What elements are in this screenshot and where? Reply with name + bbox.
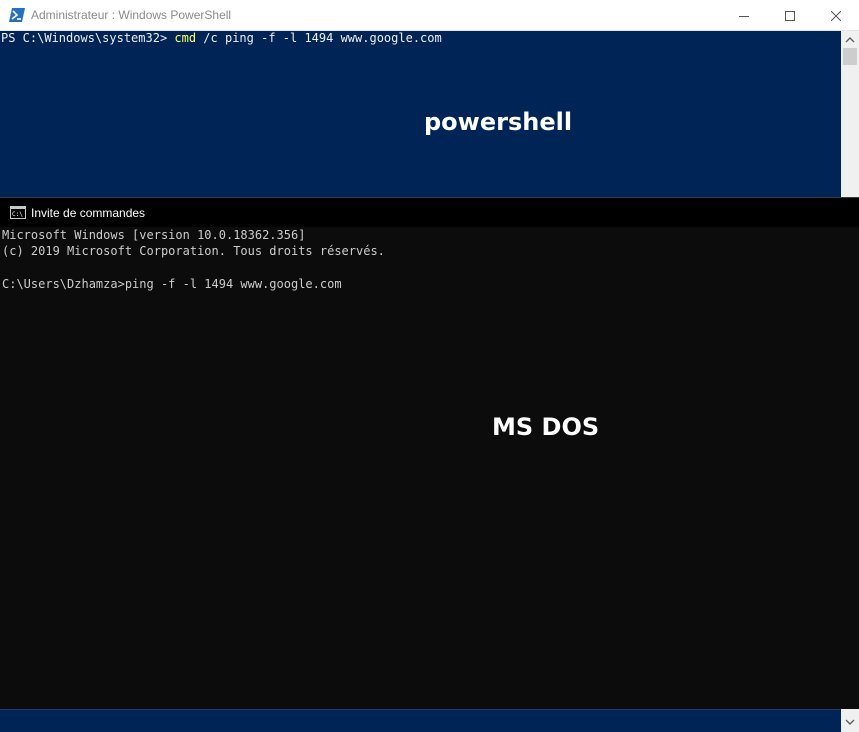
scrollbar-thumb[interactable]	[843, 48, 857, 65]
chevron-up-icon[interactable]	[845, 36, 855, 44]
powershell-window-title: Administrateur : Windows PowerShell	[31, 8, 232, 22]
powershell-overlay-label: powershell	[424, 108, 573, 136]
cmd-output-line: (c) 2019 Microsoft Corporation. Tous dro…	[2, 244, 385, 258]
maximize-button[interactable]	[767, 0, 813, 31]
cmd-console[interactable]: Microsoft Windows [version 10.0.18362.35…	[0, 227, 859, 710]
close-icon	[831, 10, 841, 21]
powershell-console-bottom[interactable]	[0, 709, 841, 732]
powershell-icon	[9, 8, 25, 22]
maximize-icon	[785, 10, 795, 21]
powershell-prompt: PS C:\Windows\system32>	[1, 31, 175, 45]
msdos-overlay-label: MS DOS	[492, 413, 600, 441]
powershell-command-keyword: cmd	[174, 31, 197, 45]
powershell-console[interactable]: PS C:\Windows\system32> cmd /c ping -f -…	[0, 31, 841, 197]
powershell-command-line: PS C:\Windows\system32> cmd /c ping -f -…	[1, 31, 442, 45]
cmd-output-line: Microsoft Windows [version 10.0.18362.35…	[2, 228, 306, 242]
powershell-command-args: /c ping -f -l 1494 www.google.com	[196, 31, 442, 45]
powershell-titlebar[interactable]: Administrateur : Windows PowerShell	[0, 0, 859, 31]
close-button[interactable]	[813, 0, 859, 31]
minimize-icon	[739, 15, 749, 17]
svg-text:C:\: C:\	[12, 211, 23, 218]
cmd-window[interactable]: C:\ Invite de commandes Microsoft Window…	[0, 197, 859, 709]
cmd-titlebar[interactable]: C:\ Invite de commandes	[0, 198, 859, 227]
chevron-down-icon[interactable]	[845, 718, 855, 726]
cmd-prompt-line: C:\Users\Dzhamza>ping -f -l 1494 www.goo…	[2, 277, 342, 291]
desktop-screen: Administrateur : Windows PowerShell PS C…	[0, 0, 859, 732]
minimize-button[interactable]	[721, 0, 767, 31]
cmd-icon: C:\	[10, 206, 26, 219]
cmd-window-title: Invite de commandes	[31, 206, 146, 220]
